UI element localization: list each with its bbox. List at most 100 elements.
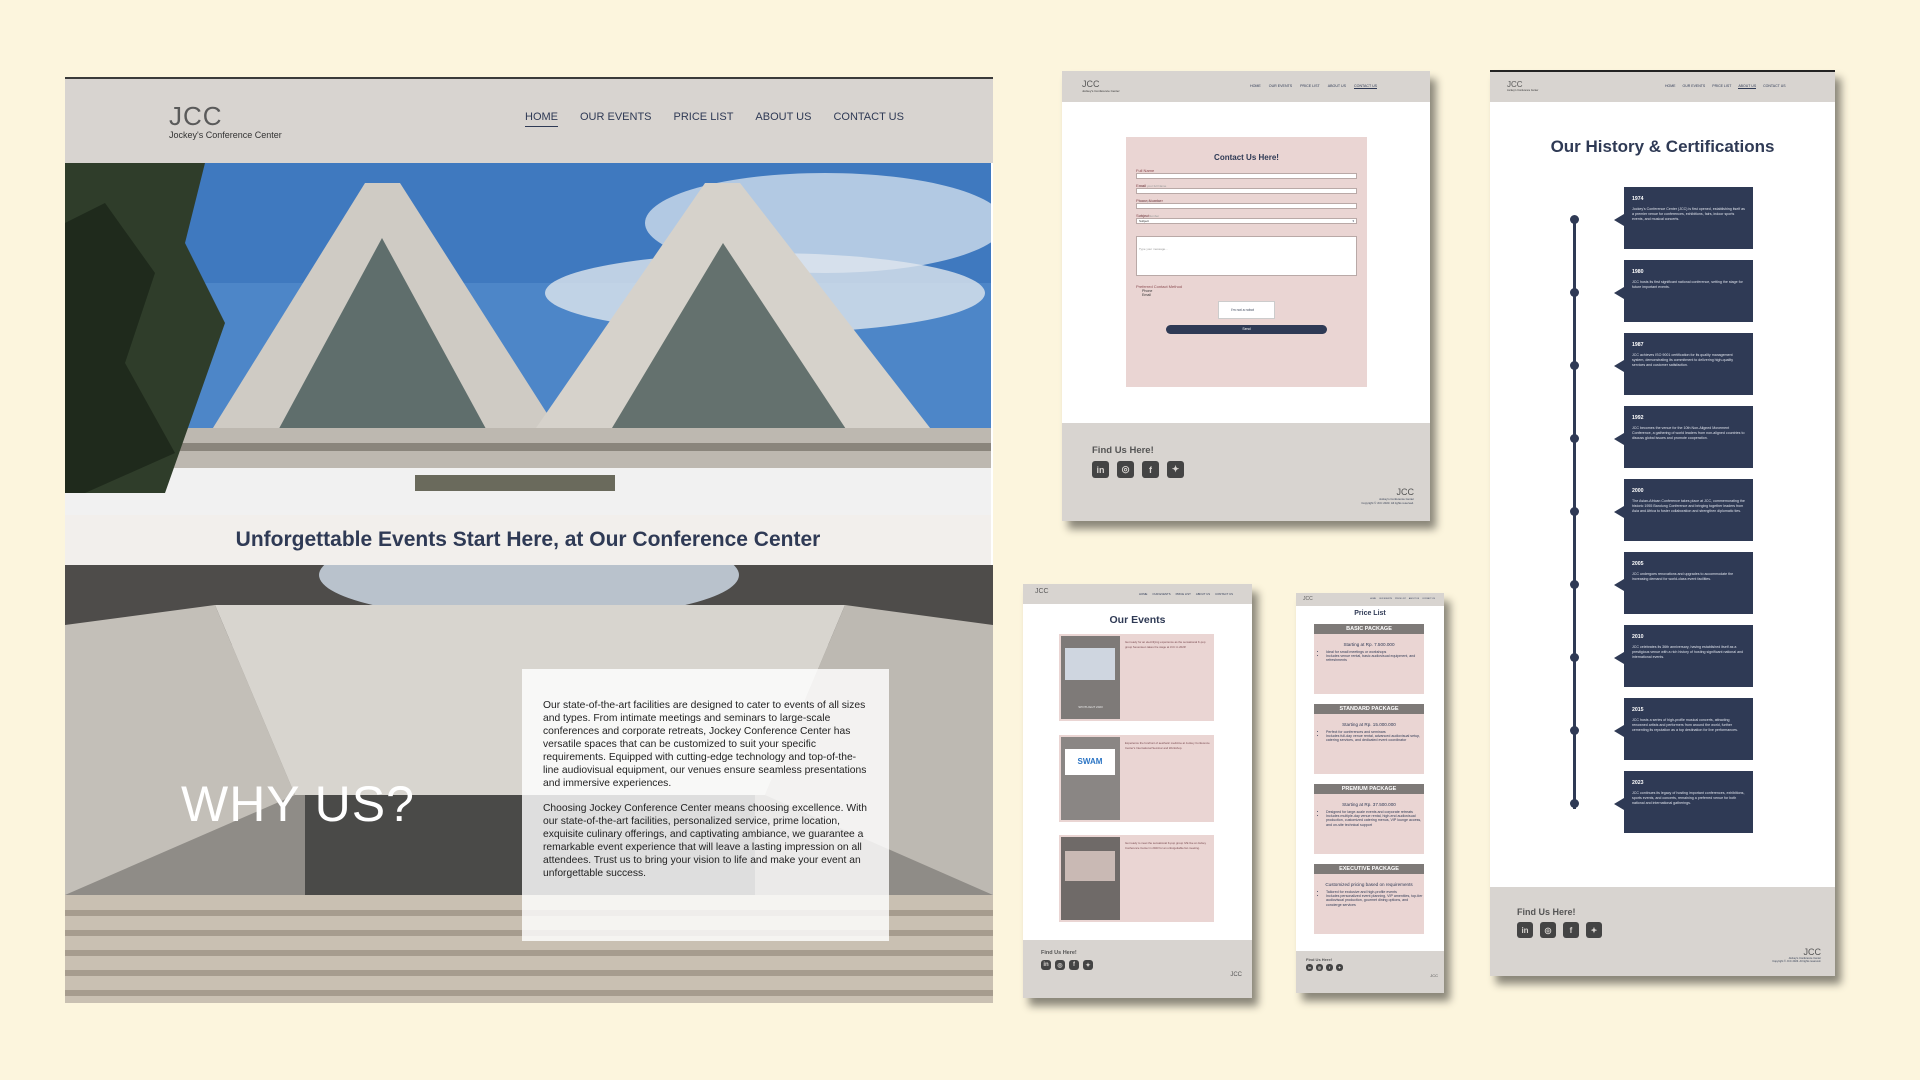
radio-email[interactable]: Email [1142,293,1357,297]
price-nav-about[interactable]: ABOUT US [1409,598,1419,600]
milestone-text: Jockey's Conference Center (JCC) is firs… [1632,207,1745,221]
nav-contact-us[interactable]: CONTACT US [833,111,904,127]
timeline-card: 1992 JCC becomes the venue for the 10th … [1624,406,1753,468]
facebook-icon[interactable]: f [1069,960,1079,970]
instagram-icon[interactable]: ◎ [1055,960,1065,970]
package-price: Starting at Rp. 7.500.000 [1343,642,1395,647]
milestone-year: 1974 [1632,196,1644,202]
nav-price-list[interactable]: PRICE LIST [674,111,734,127]
event-card[interactable]: SPOTLIGHT 2023 Get ready for an electrif… [1059,634,1214,721]
history-nav-contact[interactable]: CONTACT US [1763,84,1785,89]
price-nav-price[interactable]: PRICE LIST [1395,598,1406,600]
home-page-mockup: JCC Jockey's Conference Center HOME OUR … [65,77,993,1003]
history-footer: Find Us Here! in ◎ f ✦ JCC Jockey's Conf… [1490,887,1835,976]
twitter-icon[interactable]: ✦ [1586,922,1602,938]
price-footer-title: Find Us Here! [1306,957,1333,962]
milestone-year: 2000 [1632,488,1644,494]
event-caption: SWAM [1065,749,1115,775]
package-name: BASIC PACKAGE [1314,624,1424,634]
main-nav: HOME OUR EVENTS PRICE LIST ABOUT US CONT… [525,111,904,127]
events-footer: Find Us Here! in ◎ f ✦ JCC [1023,940,1252,998]
linkedin-icon[interactable]: in [1306,964,1313,971]
history-logo[interactable]: JCC Jockey's Conference Center [1507,80,1538,92]
events-nav-price[interactable]: PRICE LIST [1176,592,1191,596]
contact-nav-price[interactable]: PRICE LIST [1300,84,1320,89]
price-nav-contact[interactable]: CONTACT US [1422,598,1435,600]
timeline-card: 2005 JCC undergoes renovations and upgra… [1624,552,1753,614]
timeline-dot [1570,434,1579,443]
instagram-icon[interactable]: ◎ [1540,922,1556,938]
timeline-arrow [1614,433,1624,445]
twitter-icon[interactable]: ✦ [1083,960,1093,970]
events-page-mockup: JCC HOME OUR EVENTS PRICE LIST ABOUT US … [1023,584,1252,998]
contact-footer-title: Find Us Here! [1092,445,1154,456]
nav-about-us[interactable]: ABOUT US [755,111,811,127]
price-nav-home[interactable]: HOME [1370,598,1376,600]
contact-nav-events[interactable]: OUR EVENTS [1269,84,1292,89]
contact-nav-contact[interactable]: CONTACT US [1354,84,1378,89]
event-card[interactable]: Get ready to meet the sensational K-pop … [1059,835,1214,922]
events-nav: HOME OUR EVENTS PRICE LIST ABOUT US CONT… [1139,592,1233,596]
linkedin-icon[interactable]: in [1041,960,1051,970]
history-nav: HOME OUR EVENTS PRICE LIST ABOUT US CONT… [1665,84,1786,89]
timeline-arrow [1614,798,1624,810]
history-footer-logo: JCC Jockey's Conference Center Copyright… [1772,947,1821,963]
timeline-card: 1974 Jockey's Conference Center (JCC) is… [1624,187,1753,249]
milestone-text: The Asian-African Conference takes place… [1632,499,1745,513]
package-card[interactable]: STANDARD PACKAGE Starting at Rp. 15.000.… [1314,704,1424,774]
price-social-icons: in ◎ f ✦ [1306,964,1343,971]
contact-nav-about[interactable]: ABOUT US [1328,84,1346,89]
nav-our-events[interactable]: OUR EVENTS [580,111,652,127]
package-name: PREMIUM PACKAGE [1314,784,1424,794]
building-illustration [65,163,991,515]
nav-home[interactable]: HOME [525,111,558,127]
event-description: Get ready to meet the sensational K-pop … [1125,841,1206,850]
contact-nav-home[interactable]: HOME [1250,84,1261,89]
subject-select[interactable]: Subject ▾ [1136,218,1357,224]
history-nav-events[interactable]: OUR EVENTS [1683,84,1706,89]
package-feature: Includes full-day venue rental, advanced… [1326,734,1424,742]
logo[interactable]: JCC Jockey's Conference Center [169,101,282,140]
events-nav-about[interactable]: ABOUT US [1196,592,1210,596]
fullname-field[interactable]: Enter your full Name [1136,173,1357,188]
contact-form-title: Contact Us Here! [1214,153,1279,162]
send-button[interactable]: Send [1166,325,1327,334]
phone-field[interactable]: Phone Number [1136,203,1357,218]
history-nav-about[interactable]: ABOUT US [1738,84,1757,89]
twitter-icon[interactable]: ✦ [1167,461,1184,478]
history-nav-home[interactable]: HOME [1665,84,1676,89]
price-logo[interactable]: JCC [1303,596,1313,602]
twitter-icon[interactable]: ✦ [1336,964,1343,971]
event-card[interactable]: SWAM Experience the forefront of aesthet… [1059,735,1214,822]
linkedin-icon[interactable]: in [1092,461,1109,478]
history-nav-price[interactable]: PRICE LIST [1712,84,1731,89]
package-card[interactable]: EXECUTIVE PACKAGE Customized pricing bas… [1314,864,1424,934]
facebook-icon[interactable]: f [1563,922,1579,938]
message-textarea[interactable]: Type your message... [1136,236,1357,276]
events-nav-contact[interactable]: CONTACT US [1215,592,1233,596]
events-social-icons: in ◎ f ✦ [1041,960,1093,970]
events-title: Our Events [1109,614,1166,626]
events-footer-logo: JCC [1230,972,1242,978]
milestone-text: JCC hosts a series of high-profile music… [1632,718,1738,732]
package-card[interactable]: BASIC PACKAGE Starting at Rp. 7.500.000 … [1314,624,1424,694]
why-us-paragraph-1: Our state-of-the-art facilities are desi… [543,700,867,789]
package-card[interactable]: PREMIUM PACKAGE Starting at Rp. 37.500.0… [1314,784,1424,854]
email-field[interactable]: Enter your email [1136,188,1357,203]
milestone-year: 2023 [1632,780,1644,786]
instagram-icon[interactable]: ◎ [1117,461,1134,478]
facebook-icon[interactable]: f [1142,461,1159,478]
contact-logo[interactable]: JCC Jockey's Conference Center [1082,79,1120,93]
facebook-icon[interactable]: f [1326,964,1333,971]
instagram-icon[interactable]: ◎ [1316,964,1323,971]
contact-header: JCC Jockey's Conference Center HOME OUR … [1062,71,1430,102]
events-nav-events[interactable]: OUR EVENTS [1152,592,1170,596]
events-nav-home[interactable]: HOME [1139,592,1147,596]
linkedin-icon[interactable]: in [1517,922,1533,938]
history-footer-title: Find Us Here! [1517,907,1576,917]
events-logo[interactable]: JCC [1035,588,1049,595]
history-footer-logo-text: JCC [1803,947,1822,957]
milestone-year: 2005 [1632,561,1644,567]
captcha-checkbox[interactable]: I'm not a robot [1218,301,1275,319]
price-nav-events[interactable]: OUR EVENTS [1379,598,1392,600]
